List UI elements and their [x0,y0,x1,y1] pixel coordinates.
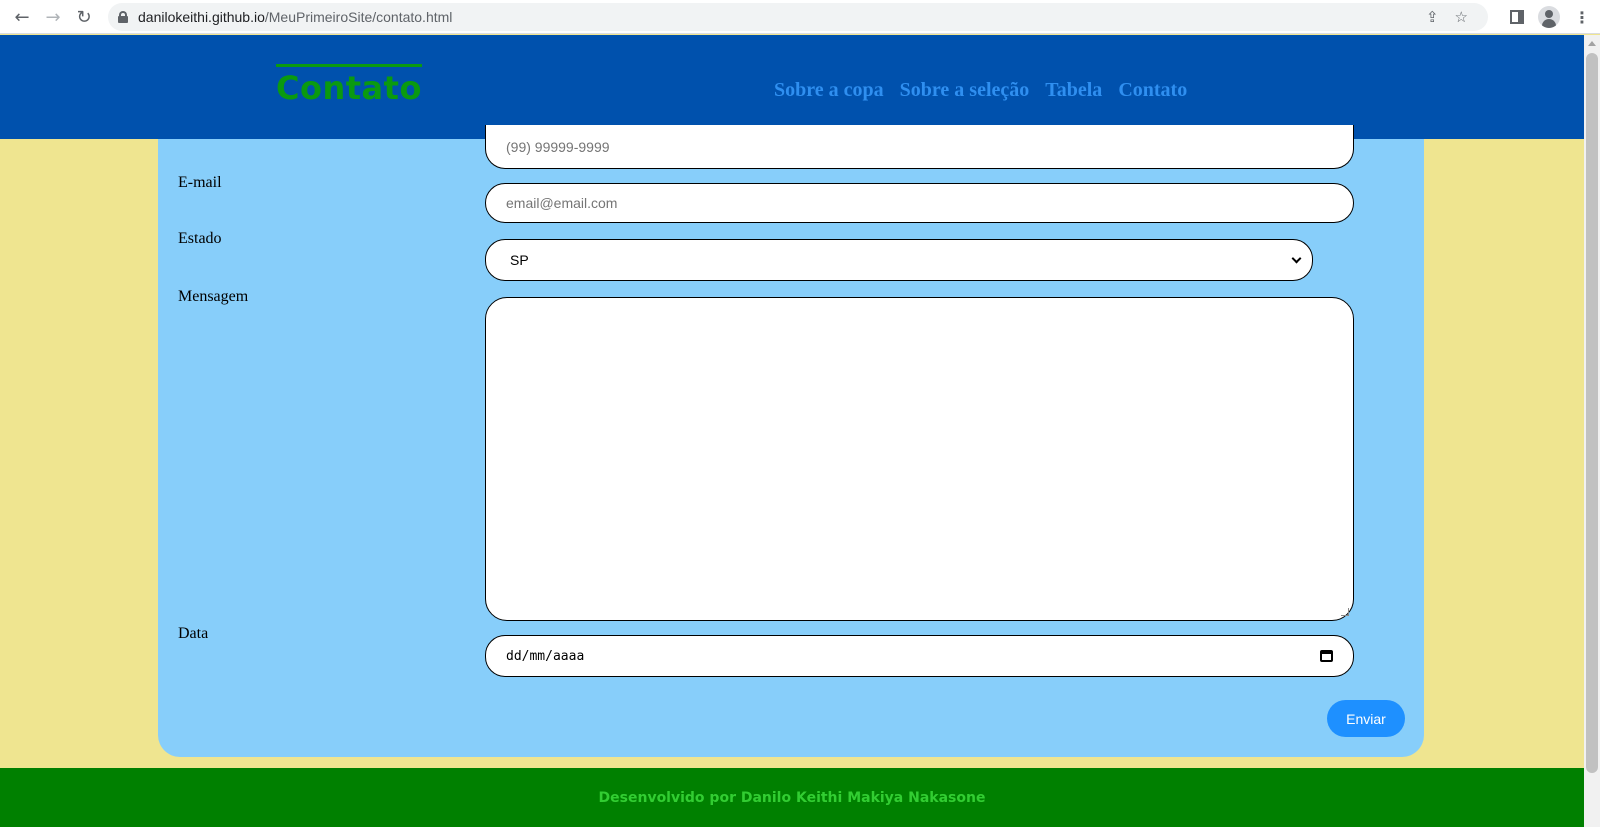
browser-toolbar: ← → ↻ danilokeithi.github.io/MeuPrimeiro… [0,0,1600,34]
url-host: danilokeithi.github.io [138,9,265,25]
email-field[interactable]: email@email.com [485,183,1354,223]
footer-credit: Desenvolvido por Danilo Keithi Makiya Na… [598,790,986,806]
site-footer: Desenvolvido por Danilo Keithi Makiya Na… [0,768,1584,827]
state-select[interactable]: SP [485,239,1313,281]
scroll-up-icon[interactable] [1588,41,1596,46]
calendar-icon[interactable] [1320,650,1333,662]
date-label: Data [178,625,209,642]
date-field[interactable]: dd/mm/aaaa [485,635,1354,677]
lock-icon[interactable] [118,11,128,23]
chevron-down-icon [1291,253,1302,263]
page-title: Contato [276,64,422,107]
contact-form: (99) 99999-9999 E-mail email@email.com E… [158,125,1424,757]
date-placeholder: dd/mm/aaaa [506,648,585,664]
scrollbar-thumb[interactable] [1586,53,1598,773]
reload-icon[interactable]: ↻ [68,1,100,33]
resize-handle-icon[interactable] [1341,608,1349,616]
message-textarea[interactable] [485,297,1354,621]
nav-link-sobre-a-selecao[interactable]: Sobre a seleção [900,79,1030,102]
nav-link-sobre-a-copa[interactable]: Sobre a copa [774,79,884,102]
forward-icon[interactable]: → [37,1,69,33]
back-icon[interactable]: ← [6,1,38,33]
state-select-value: SP [510,252,529,268]
profile-icon[interactable] [1538,6,1560,28]
star-icon[interactable]: ☆ [1455,8,1468,26]
menu-icon[interactable]: ⋮ [1574,8,1590,27]
scrollbar[interactable] [1584,35,1600,827]
state-label: Estado [178,230,222,247]
site-header: Contato Sobre a copa Sobre a seleção Tab… [0,35,1584,139]
email-label: E-mail [178,174,222,191]
main-nav: Sobre a copa Sobre a seleção Tabela Cont… [774,79,1187,102]
url-path: /MeuPrimeiroSite/contato.html [264,9,453,25]
nav-link-contato[interactable]: Contato [1118,79,1187,102]
side-panel-icon[interactable] [1510,10,1524,24]
message-label: Mensagem [178,288,249,305]
nav-link-tabela[interactable]: Tabela [1045,79,1102,102]
share-icon[interactable]: ⇪ [1426,8,1439,26]
address-bar[interactable]: danilokeithi.github.io/MeuPrimeiroSite/c… [108,3,1488,31]
submit-button[interactable]: Enviar [1327,700,1405,737]
phone-field[interactable]: (99) 99999-9999 [485,125,1354,169]
